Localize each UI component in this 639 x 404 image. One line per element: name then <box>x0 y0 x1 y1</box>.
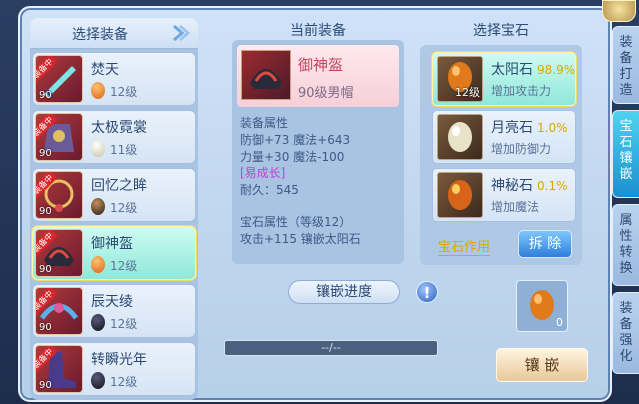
gem-level: 11级 <box>110 143 138 157</box>
gem-description: 增加防御力 <box>491 142 552 156</box>
gem-name-text: 太阳石 <box>491 62 533 78</box>
gem-name-text: 神秘石 <box>491 178 533 194</box>
equipment-thumbnail: 装备中 90 <box>35 171 83 219</box>
equipment-list-header: 选择装备 <box>30 18 198 49</box>
equipment-level: 90 <box>39 380 52 391</box>
gem-effect-link[interactable]: 宝石作用 <box>438 236 491 256</box>
gem-level: 12级 <box>110 201 138 215</box>
equipment-list-title: 选择装备 <box>72 27 128 43</box>
gem-description: 增加魔法 <box>491 200 540 214</box>
gem-name: 月亮石 1.0% <box>491 117 568 137</box>
equipment-item-selected[interactable]: 装备中 90 御神盔 12级 <box>32 226 196 280</box>
gem-thumbnail <box>437 172 483 218</box>
equipment-name: 辰天绫 <box>91 294 133 310</box>
equipment-item[interactable]: 装备中 90 回忆之眸 12级 <box>32 168 196 222</box>
gem-item[interactable]: 月亮石 1.0% 增加防御力 <box>432 110 576 164</box>
gem-level: 12级 <box>110 375 138 389</box>
gem-thumbnail: 12级 <box>437 56 483 102</box>
gem-name-text: 月亮石 <box>491 120 533 136</box>
gem-icon <box>91 140 105 157</box>
equipment-thumbnail: 装备中 90 <box>35 345 83 393</box>
equipment-name: 御神盔 <box>91 236 133 252</box>
tab-attribute-convert[interactable]: 属性转换 <box>612 204 639 286</box>
current-equipment-title: 当前装备 <box>290 23 346 39</box>
gem-slot[interactable]: 0 <box>516 280 568 332</box>
equipment-level: 90 <box>39 206 52 217</box>
attributes-title: 装备属性 <box>240 116 289 130</box>
durability: 耐久：545 <box>240 183 299 197</box>
equipment-name: 转瞬光年 <box>91 352 147 368</box>
equipment-item[interactable]: 装备中 90 太极霓裳 11级 <box>32 110 196 164</box>
equipment-name: 太极霓裳 <box>91 120 147 136</box>
gem-description: 增加攻击力 <box>491 84 552 98</box>
remove-button[interactable]: 拆 除 <box>518 230 572 258</box>
gem-icon <box>91 256 105 273</box>
growth-tag: [易成长] <box>240 166 286 180</box>
tab-equipment-enhance[interactable]: 装备强化 <box>612 292 639 374</box>
current-equipment-thumbnail <box>241 50 291 100</box>
gem-rate: 1.0% <box>537 121 568 135</box>
gem-rate: 98.9% <box>537 63 576 77</box>
mystic-stone-icon <box>448 180 472 210</box>
equipment-level: 90 <box>39 148 52 159</box>
gem-name: 神秘石 0.1% <box>491 175 568 195</box>
gem-level: 12级 <box>110 259 138 273</box>
equipment-level: 90 <box>39 90 52 101</box>
info-icon[interactable]: ! <box>416 281 438 303</box>
close-button[interactable] <box>602 0 636 22</box>
helmet-icon <box>250 69 282 89</box>
gem-list-title: 选择宝石 <box>473 23 529 39</box>
gem-thumbnail <box>437 114 483 160</box>
gem-slot-count: 0 <box>556 316 563 329</box>
equipment-name: 回忆之眸 <box>91 178 147 194</box>
gem-icon <box>91 372 105 389</box>
gem-level: 12级 <box>110 85 138 99</box>
gem-icon <box>91 82 105 99</box>
equipment-thumbnail: 装备中 90 <box>35 55 83 103</box>
equipment-item[interactable]: 装备中 90 转瞬光年 12级 <box>32 342 196 396</box>
equipment-item[interactable]: 装备中 90 焚天 12级 <box>32 52 196 106</box>
gem-icon <box>91 198 105 215</box>
attributes-line: 防御+73 魔法+643 <box>240 133 351 147</box>
gem-item[interactable]: 神秘石 0.1% 增加魔法 <box>432 168 576 222</box>
inlay-button[interactable]: 镶 嵌 <box>496 348 588 382</box>
inlay-progress-label: 镶嵌进度 <box>288 280 400 304</box>
tab-equipment-craft[interactable]: 装备打造 <box>612 26 639 104</box>
equipment-level: 90 <box>39 264 52 275</box>
equipment-name: 焚天 <box>91 62 119 78</box>
equipment-thumbnail: 装备中 90 <box>35 113 83 161</box>
gem-item-selected[interactable]: 12级 太阳石 98.9% 增加攻击力 <box>432 52 576 106</box>
gem-attributes-title: 宝石属性（等级12） <box>240 215 352 229</box>
equipment-type: 90级男帽 <box>298 86 354 101</box>
tab-gem-inlay[interactable]: 宝石镶嵌 <box>612 110 639 198</box>
gem-attributes-line: 攻击+115 镶嵌太阳石 <box>240 232 361 246</box>
moon-stone-icon <box>448 122 472 152</box>
inlay-progress-text: --/-- <box>321 341 341 354</box>
equipment-name: 御神盔 <box>298 56 344 74</box>
equipment-thumbnail: 装备中 90 <box>35 287 83 335</box>
gem-level: 12级 <box>110 317 138 331</box>
chevron-right-icon[interactable] <box>170 23 192 43</box>
equipment-thumbnail: 装备中 90 <box>35 229 83 277</box>
gem-icon <box>91 314 105 331</box>
equipment-item[interactable]: 装备中 90 辰天绫 12级 <box>32 284 196 338</box>
gem-level: 12级 <box>455 86 480 99</box>
gem-rate: 0.1% <box>537 179 568 193</box>
equipment-level: 90 <box>39 322 52 333</box>
gem-name: 太阳石 98.9% <box>491 59 575 79</box>
